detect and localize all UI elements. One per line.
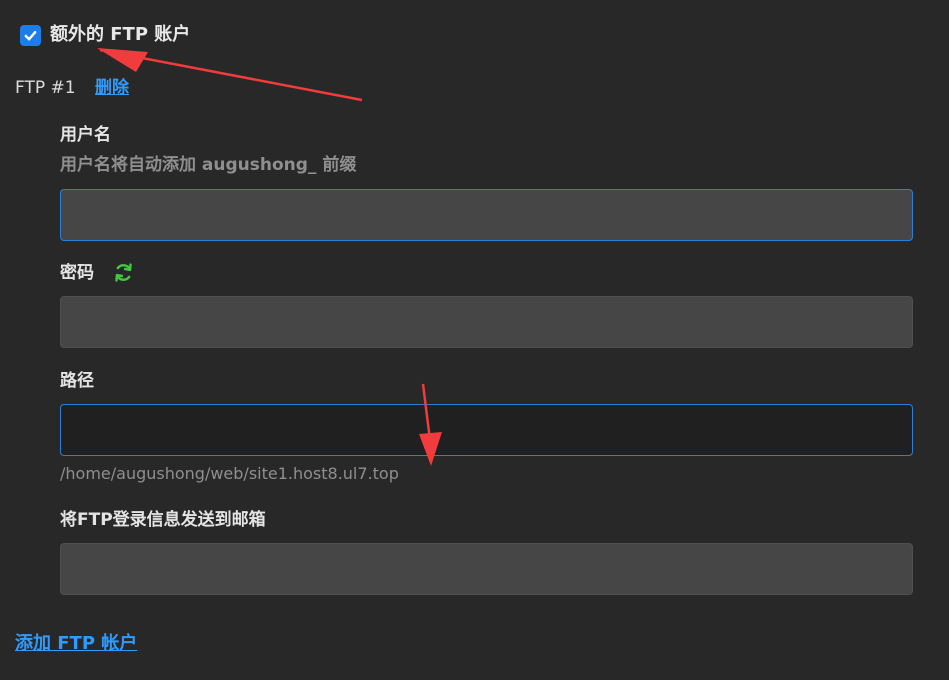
ftp-settings-panel: 额外的 FTP 账户 FTP #1 删除 用户名 用户名将自动添加 augush… — [0, 0, 949, 680]
email-label: 将FTP登录信息发送到邮箱 — [60, 510, 266, 530]
password-input[interactable] — [60, 296, 913, 348]
email-input[interactable] — [60, 543, 913, 595]
refresh-icon[interactable] — [113, 262, 134, 283]
annotation-arrow-icon — [97, 48, 363, 102]
extra-ftp-label[interactable]: 额外的 FTP 账户 — [50, 23, 190, 47]
path-label: 路径 — [60, 371, 94, 391]
add-ftp-account-link[interactable]: 添加 FTP 帐户 — [15, 632, 137, 656]
checkmark-icon — [24, 31, 37, 41]
username-hint: 用户名将自动添加 augushong_ 前缀 — [60, 155, 357, 175]
username-label: 用户名 — [60, 125, 111, 145]
username-input[interactable] — [60, 189, 913, 241]
password-label: 密码 — [60, 263, 94, 283]
extra-ftp-checkbox[interactable] — [20, 25, 41, 46]
delete-ftp-link[interactable]: 删除 — [95, 77, 129, 99]
path-input[interactable] — [60, 404, 913, 456]
ftp-entry-title: FTP #1 — [15, 78, 76, 98]
path-hint: /home/augushong/web/site1.host8.ul7.top — [60, 464, 399, 483]
